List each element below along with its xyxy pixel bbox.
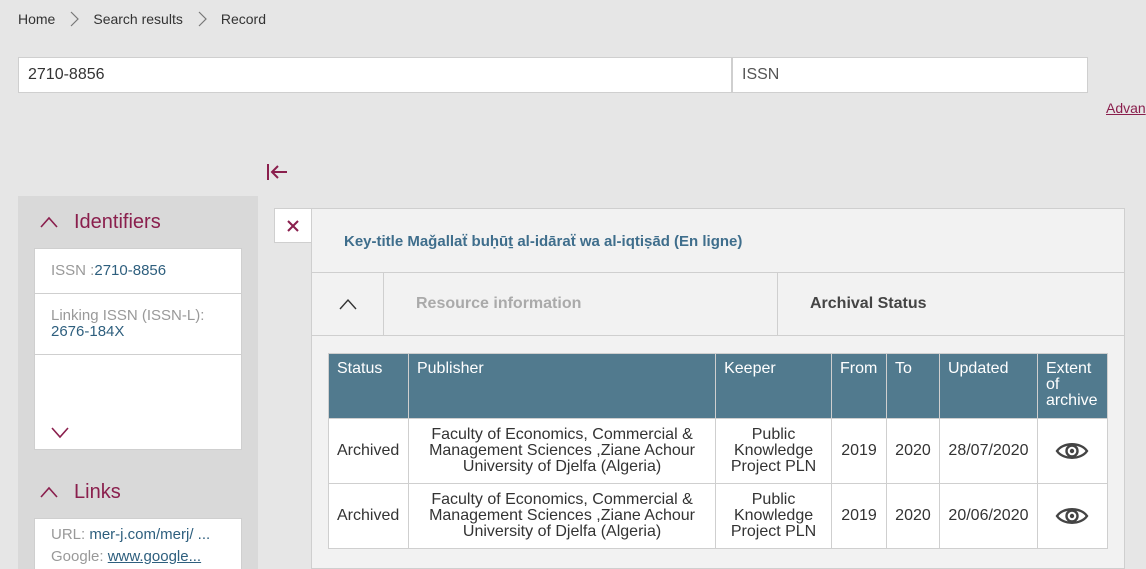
to-cell: 2020 — [885, 418, 940, 484]
search-bar: ISSN — [18, 57, 1088, 93]
publisher-cell: Faculty of Economics, Commercial & Manag… — [407, 483, 717, 549]
record-panel: Key-title Maǧallaẗ buḥūṯ al-idāraẗ wa al… — [274, 208, 1125, 569]
close-button[interactable] — [274, 208, 312, 243]
identifiers-section-toggle[interactable]: Identifiers — [18, 196, 258, 248]
eye-icon[interactable] — [1055, 505, 1089, 527]
search-input[interactable] — [18, 57, 732, 93]
column-header: Keeper — [715, 353, 832, 419]
record-tabs: Resource information Archival Status — [312, 272, 1124, 336]
collapse-sidebar-icon[interactable] — [265, 160, 291, 184]
chevron-up-icon — [40, 486, 58, 498]
record-content: Key-title Maǧallaẗ buḥūṯ al-idāraẗ wa al… — [311, 208, 1125, 569]
breadcrumb-home[interactable]: Home — [18, 11, 55, 27]
chevron-down-icon[interactable] — [51, 427, 69, 439]
keeper-cell: Public Knowledge Project PLN — [715, 418, 832, 484]
publisher-cell: Faculty of Economics, Commercial & Manag… — [407, 418, 717, 484]
column-header: To — [885, 353, 940, 419]
column-header: Extent of archive — [1036, 353, 1109, 419]
extent-cell — [1036, 418, 1109, 484]
to-cell: 2020 — [885, 483, 940, 549]
breadcrumb-search-results[interactable]: Search results — [93, 11, 182, 27]
table-row: Archived Faculty of Economics, Commercia… — [328, 483, 1109, 549]
keeper-cell: Public Knowledge Project PLN — [715, 483, 832, 549]
links-title: Links — [74, 480, 121, 503]
updated-cell: 20/06/2020 — [938, 483, 1038, 549]
status-cell: Archived — [328, 418, 409, 484]
issn-value[interactable]: 2710-8856 — [94, 262, 166, 279]
search-type-select[interactable]: ISSN — [732, 57, 1088, 93]
google-label: Google: — [51, 548, 108, 565]
chevron-up-icon — [40, 216, 58, 228]
linking-issn-row: Linking ISSN (ISSN-L): 2676-184X — [35, 294, 241, 355]
linking-issn-value[interactable]: 2676-184X — [51, 324, 225, 340]
identifiers-more — [35, 355, 241, 449]
google-row: Google: www.google... — [35, 543, 241, 569]
from-cell: 2019 — [831, 483, 887, 549]
url-row: URL: mer-j.com/merj/ ... — [35, 519, 241, 543]
extent-cell — [1036, 483, 1109, 549]
from-cell: 2019 — [831, 418, 887, 484]
issn-row: ISSN :2710-8856 — [35, 249, 241, 294]
archival-table: Status Publisher Keeper From To Updated … — [328, 353, 1109, 549]
tab-archival-status[interactable]: Archival Status — [778, 273, 926, 335]
eye-icon[interactable] — [1055, 440, 1089, 462]
column-header: Updated — [938, 353, 1038, 419]
key-title: Key-title Maǧallaẗ buḥūṯ al-idāraẗ wa al… — [344, 233, 743, 250]
updated-cell: 28/07/2020 — [938, 418, 1038, 484]
advanced-search-link[interactable]: Advan — [1106, 100, 1146, 116]
chevron-up-icon — [338, 298, 357, 310]
google-link[interactable]: www.google... — [108, 548, 201, 565]
tab-resource-information[interactable]: Resource information — [384, 273, 778, 335]
table-row: Archived Faculty of Economics, Commercia… — [328, 418, 1109, 484]
identifiers-title: Identifiers — [74, 210, 161, 233]
column-header: Status — [328, 353, 409, 419]
chevron-right-icon — [193, 10, 211, 28]
column-header: From — [831, 353, 887, 419]
identifiers-box: ISSN :2710-8856 Linking ISSN (ISSN-L): 2… — [34, 248, 242, 450]
linking-issn-label: Linking ISSN (ISSN-L): — [51, 307, 205, 324]
url-label: URL: — [51, 526, 90, 543]
sidebar: Identifiers ISSN :2710-8856 Linking ISSN… — [18, 196, 258, 569]
links-section-toggle[interactable]: Links — [18, 466, 258, 518]
links-box: URL: mer-j.com/merj/ ... Google: www.goo… — [34, 518, 242, 569]
issn-label: ISSN : — [51, 262, 95, 279]
column-header: Publisher — [407, 353, 717, 419]
breadcrumb-record: Record — [220, 11, 266, 27]
tabs-collapse-toggle[interactable] — [312, 273, 384, 335]
table-header-row: Status Publisher Keeper From To Updated … — [328, 353, 1109, 419]
url-link[interactable]: mer-j.com/merj/ ... — [89, 526, 210, 543]
status-cell: Archived — [328, 483, 409, 549]
close-icon — [287, 219, 299, 232]
chevron-right-icon — [65, 10, 83, 28]
breadcrumb: Home Search results Record — [18, 10, 266, 28]
